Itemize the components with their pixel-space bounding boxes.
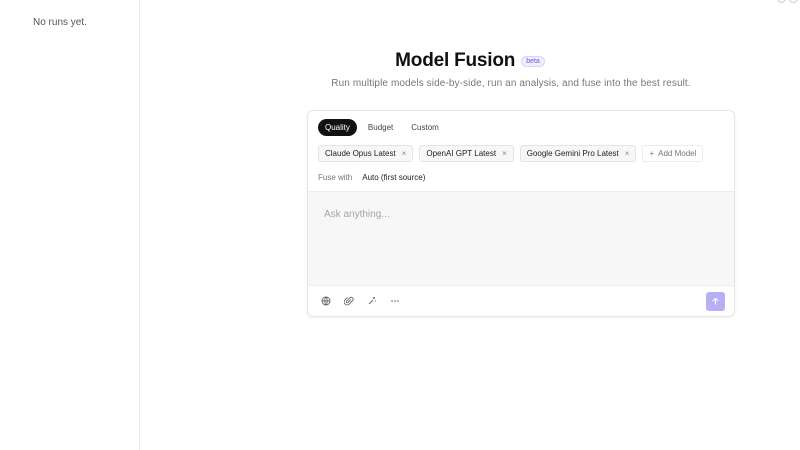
beta-badge: beta (521, 55, 545, 67)
preset-tabs: Quality Budget Custom (318, 119, 446, 136)
fuse-setting: Fuse with Auto (first source) (318, 171, 429, 184)
tab-quality[interactable]: Quality (318, 119, 357, 136)
add-model-label: Add Model (658, 149, 697, 158)
model-chip[interactable]: Claude Opus Latest × (318, 145, 414, 162)
remove-model-icon[interactable]: × (625, 149, 630, 158)
prompt-input[interactable]: Ask anything... (308, 191, 734, 286)
fuse-select[interactable]: Auto (first source) (358, 171, 429, 184)
fuse-label: Fuse with (318, 173, 353, 182)
plus-icon: + (649, 149, 655, 158)
composer-toolbar (320, 295, 401, 307)
paperclip-icon[interactable] (343, 295, 355, 307)
page-subtitle: Run multiple models side-by-side, run an… (331, 78, 691, 89)
model-list: Claude Opus Latest × OpenAI GPT Latest ×… (318, 145, 704, 162)
window-control-icon[interactable] (777, 0, 786, 3)
window-controls (777, 0, 798, 3)
add-model-button[interactable]: + Add Model (642, 145, 704, 162)
page-header: Model Fusion beta (140, 50, 800, 72)
sparkle-icon[interactable] (366, 295, 378, 307)
tab-budget[interactable]: Budget (361, 119, 400, 136)
model-chip[interactable]: Google Gemini Pro Latest × (519, 145, 637, 162)
tab-custom[interactable]: Custom (404, 119, 446, 136)
page-title: Model Fusion (395, 50, 516, 71)
window-control-icon[interactable] (789, 0, 798, 3)
model-chip[interactable]: OpenAI GPT Latest × (419, 145, 514, 162)
more-icon[interactable] (389, 295, 401, 307)
no-runs-text: No runs yet. (33, 17, 87, 28)
remove-model-icon[interactable]: × (502, 149, 507, 158)
model-chip-label: Google Gemini Pro Latest (526, 149, 619, 158)
sidebar: No runs yet. (0, 0, 140, 450)
composer-card: Quality Budget Custom Claude Opus Latest… (307, 110, 735, 317)
model-chip-label: OpenAI GPT Latest (426, 149, 497, 158)
prompt-placeholder: Ask anything... (324, 209, 390, 220)
remove-model-icon[interactable]: × (402, 149, 407, 158)
model-chip-label: Claude Opus Latest (325, 149, 396, 158)
arrow-up-icon (712, 297, 719, 305)
globe-icon[interactable] (320, 295, 332, 307)
send-button[interactable] (706, 292, 725, 311)
